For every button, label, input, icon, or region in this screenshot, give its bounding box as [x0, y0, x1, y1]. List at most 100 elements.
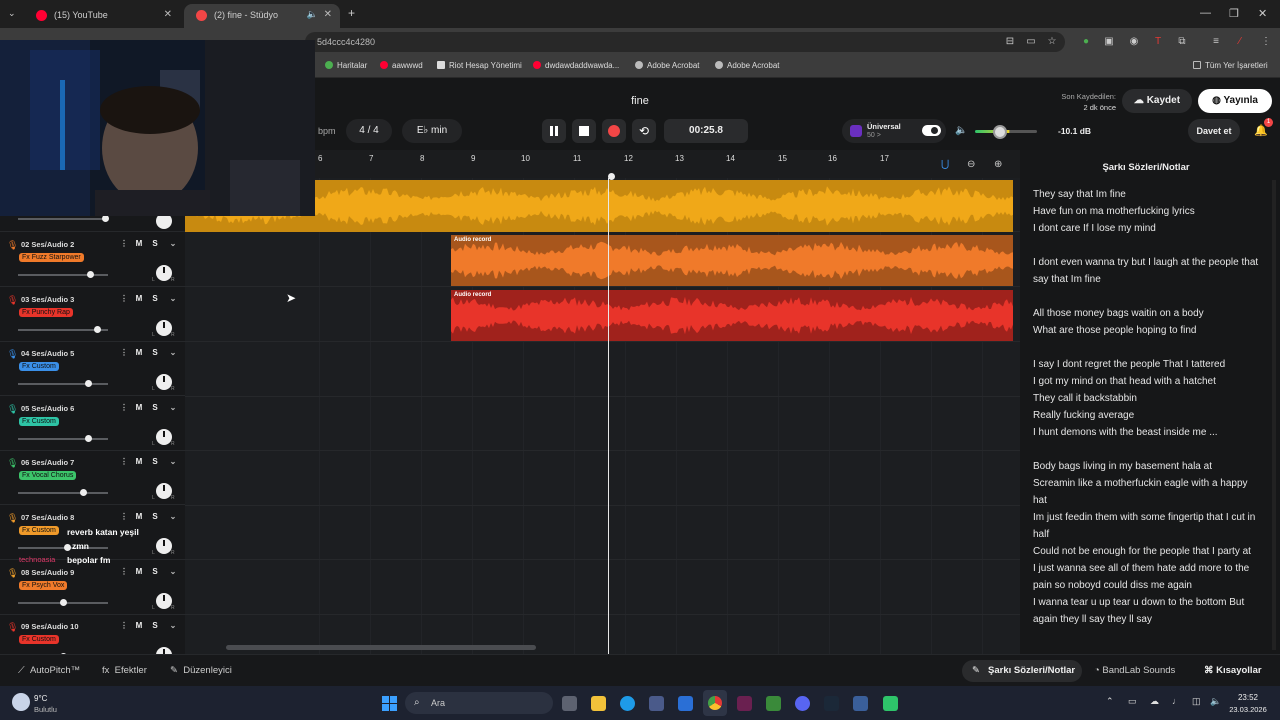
tracks-canvas[interactable]: Audio record Audio record ➤: [185, 178, 1020, 669]
mute-button[interactable]: M: [133, 566, 145, 578]
horizontal-scrollbar[interactable]: [226, 645, 536, 650]
chevron-down-icon[interactable]: ⌄: [167, 347, 179, 359]
track-menu-icon[interactable]: ⋮: [118, 293, 130, 305]
fx-badge[interactable]: Fx Custom: [19, 526, 59, 535]
pause-button[interactable]: [542, 119, 566, 143]
window-close-icon[interactable]: ✕: [1258, 7, 1267, 20]
all-bookmarks[interactable]: Tüm Yer İşaretleri: [1193, 61, 1268, 70]
publish-button[interactable]: ◍ Yayınla: [1198, 89, 1272, 113]
time-signature[interactable]: 4 / 4: [346, 119, 392, 143]
translate-icon[interactable]: ⊟: [1004, 36, 1016, 48]
track-header[interactable]: 🎙 03 Ses/Audio 3 ⋮ M S ⌄ Fx Punchy Rap L R: [0, 288, 185, 342]
volume-slider[interactable]: [18, 383, 108, 386]
bookmark-item[interactable]: aawwwd: [380, 61, 423, 70]
track-menu-icon[interactable]: ⋮: [118, 347, 130, 359]
solo-button[interactable]: S: [149, 293, 161, 305]
volume-icon[interactable]: 🔈: [955, 125, 967, 136]
track-menu-icon[interactable]: ⋮: [118, 238, 130, 250]
chrome-taskbar-active[interactable]: [703, 690, 727, 716]
extensions-puzzle-icon[interactable]: ⧉: [1176, 36, 1188, 48]
mute-button[interactable]: M: [133, 620, 145, 632]
bookmark-item[interactable]: Haritalar: [325, 61, 367, 70]
solo-button[interactable]: S: [149, 456, 161, 468]
bandlab-sounds-tab[interactable]: ◔ BandLab Sounds: [1094, 665, 1175, 676]
fx-badge[interactable]: Fx Custom: [19, 416, 59, 426]
speaker-icon[interactable]: 🔈: [1210, 696, 1221, 707]
fx-badge[interactable]: Fx Custom: [19, 635, 59, 645]
maximize-icon[interactable]: ❐: [1229, 7, 1239, 20]
fx-badge[interactable]: Fx Custom: [19, 362, 59, 372]
bookmark-item[interactable]: Riot Hesap Yönetimi: [437, 61, 522, 70]
effects-tab[interactable]: fx Efektler: [102, 665, 147, 676]
key-selector[interactable]: E♭ min: [402, 119, 462, 143]
record-button[interactable]: [602, 119, 626, 143]
close-tab-icon[interactable]: ✕: [164, 9, 172, 20]
track-lane[interactable]: [185, 506, 1020, 560]
playhead[interactable]: [608, 178, 609, 654]
volume-slider[interactable]: [18, 274, 108, 276]
mute-button[interactable]: M: [133, 511, 145, 523]
zoom-in-icon[interactable]: ⊕: [994, 159, 1002, 170]
chevron-down-icon[interactable]: ⌄: [167, 456, 179, 468]
network-icon[interactable]: ◫: [1192, 696, 1201, 707]
extension-icon[interactable]: ▣: [1103, 36, 1115, 48]
address-bar[interactable]: 5d4ccc4c4280: [305, 32, 1065, 52]
invite-button[interactable]: Davet et: [1188, 119, 1240, 143]
cast-icon[interactable]: ▭: [1025, 36, 1037, 48]
fx-badge[interactable]: Fx Vocal Chorus: [19, 471, 77, 481]
volume-slider[interactable]: [18, 218, 108, 220]
volume-knob[interactable]: [80, 489, 88, 497]
tray-icon[interactable]: ▭: [1128, 696, 1137, 707]
track-name[interactable]: 04 Ses/Audio 5: [21, 349, 74, 358]
extension-icon[interactable]: T: [1152, 36, 1164, 48]
track-name[interactable]: 07 Ses/Audio 8: [21, 513, 74, 522]
pan-knob[interactable]: [156, 483, 172, 500]
bookmark-item[interactable]: Adobe Acrobat: [715, 61, 779, 70]
audio-clip-track3[interactable]: Audio record: [451, 290, 1013, 341]
track-menu-icon[interactable]: ⋮: [118, 620, 130, 632]
fx-badge[interactable]: Fx Punchy Rap: [19, 307, 73, 317]
track-lane[interactable]: [185, 561, 1020, 615]
volume-knob[interactable]: [102, 215, 109, 222]
bookmark-item[interactable]: dwdawdaddwawda...: [533, 61, 619, 70]
fx-badge[interactable]: Fx Psych Vox: [19, 580, 68, 590]
universal-preset[interactable]: Üniversal 50 >: [842, 119, 946, 143]
file-explorer-icon[interactable]: [591, 696, 606, 711]
close-tab-icon[interactable]: ✕: [324, 9, 332, 20]
fx-badge[interactable]: Fx Fuzz Starpower: [19, 253, 84, 262]
lyrics-scrollbar[interactable]: [1272, 180, 1276, 650]
magnet-icon[interactable]: ⋃: [941, 159, 949, 170]
tray-chevron-icon[interactable]: ⌃: [1106, 696, 1114, 707]
solo-button[interactable]: S: [149, 238, 161, 250]
bookmark-item[interactable]: Adobe Acrobat: [635, 61, 699, 70]
tab-studio[interactable]: (2) fine - Stüdyo 🔈 ✕: [184, 4, 340, 28]
mail-icon[interactable]: [678, 696, 693, 711]
track-name[interactable]: 09 Ses/Audio 10: [21, 622, 79, 631]
preset-toggle[interactable]: [922, 125, 941, 136]
media-control-icon[interactable]: ≡: [1210, 36, 1222, 48]
zoom-out-icon[interactable]: ⊖: [967, 159, 975, 170]
stop-button[interactable]: [572, 119, 596, 143]
song-title[interactable]: fine: [600, 95, 680, 107]
timeline-ruler[interactable]: 6 7 8 9 10 11 12 13 14 15 16 17 ⋃ ⊖ ⊕: [315, 150, 1020, 178]
new-tab-button[interactable]: +: [348, 6, 355, 20]
chevron-down-icon[interactable]: ⌄: [167, 566, 179, 578]
extension-icon[interactable]: ◉: [1128, 36, 1140, 48]
track-lane[interactable]: [185, 343, 1020, 397]
volume-slider[interactable]: [18, 547, 108, 549]
speaker-icon[interactable]: 🔈: [307, 9, 318, 20]
track-menu-icon[interactable]: ⋮: [118, 456, 130, 468]
extension-icon[interactable]: ●: [1080, 36, 1092, 48]
mute-button[interactable]: M: [133, 456, 145, 468]
chevron-down-icon[interactable]: ⌄: [167, 238, 179, 250]
track-name[interactable]: 08 Ses/Audio 9: [21, 568, 74, 577]
bpm-label[interactable]: bpm: [318, 126, 336, 136]
task-view-icon[interactable]: [562, 696, 577, 711]
track-name[interactable]: 06 Ses/Audio 7: [21, 458, 74, 467]
volume-knob[interactable]: [59, 598, 67, 606]
solo-button[interactable]: S: [149, 620, 161, 632]
save-button[interactable]: ☁ Kaydet: [1122, 89, 1192, 113]
solo-button[interactable]: S: [149, 347, 161, 359]
playhead-handle[interactable]: [608, 173, 615, 180]
track-name[interactable]: 03 Ses/Audio 3: [21, 295, 74, 304]
